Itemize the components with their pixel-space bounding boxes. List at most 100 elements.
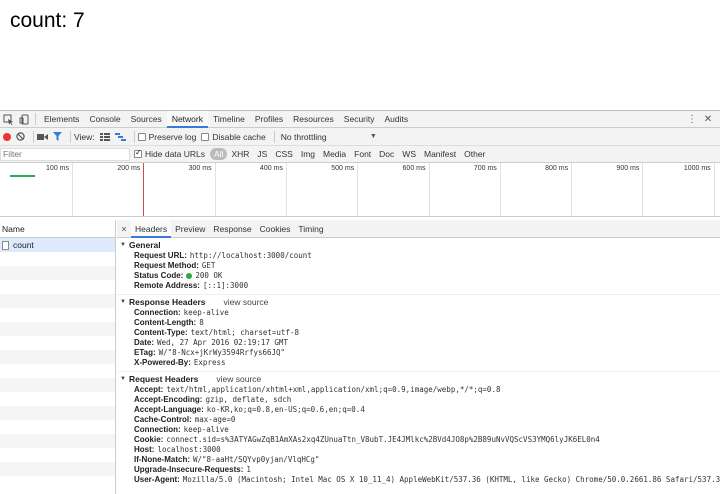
grid-line — [713, 163, 715, 216]
response-headers-header[interactable]: ▼ Response Headers view source — [120, 297, 720, 308]
empty-row — [0, 420, 115, 434]
tab-resources[interactable]: Resources — [288, 111, 339, 128]
throttling-select[interactable]: No throttling ▼ — [281, 132, 377, 142]
tab-elements[interactable]: Elements — [39, 111, 84, 128]
close-details-button[interactable]: × — [117, 224, 131, 234]
waterfall-view-button[interactable] — [114, 132, 126, 141]
clear-icon — [16, 132, 25, 141]
tick-label: 1000 ms — [683, 165, 711, 172]
count-text: count: 7 — [10, 9, 85, 32]
filter-type-js[interactable]: JS — [253, 149, 271, 159]
header-name: Remote Address: — [134, 281, 200, 290]
empty-row — [0, 266, 115, 280]
general-section: ▼ General Request URL: http://localhost:30… — [117, 240, 720, 291]
header-name: Accept-Encoding: — [134, 395, 203, 404]
capture-screenshots-button[interactable] — [37, 133, 48, 141]
header-name: Request Method: — [134, 261, 199, 270]
filter-type-all[interactable]: All — [210, 148, 228, 160]
header-row: ETag: W/"8-Ncx+jKrWy3594Rrfys66JQ" — [120, 348, 720, 358]
general-header[interactable]: ▼ General — [120, 240, 720, 251]
filter-input[interactable] — [0, 147, 130, 161]
header-value: text/html; charset=utf-8 — [190, 328, 299, 337]
request-row[interactable]: count — [0, 238, 115, 252]
header-row: Status Code: 200 OK — [120, 271, 720, 281]
more-options-icon[interactable]: ⋮ — [684, 112, 700, 128]
tab-profiles[interactable]: Profiles — [250, 111, 288, 128]
header-value: 8 — [199, 318, 204, 327]
expanded-triangle-icon: ▼ — [120, 299, 126, 305]
filter-type-font[interactable]: Font — [350, 149, 375, 159]
header-row: Request URL: http://localhost:3000/count — [120, 251, 720, 261]
filter-type-doc[interactable]: Doc — [375, 149, 398, 159]
detail-tab-headers[interactable]: Headers — [131, 220, 172, 238]
header-value: Mozilla/5.0 (Macintosh; Intel Mac OS X 1… — [182, 475, 720, 484]
header-value: [::1]:3000 — [202, 281, 249, 290]
grid-line — [285, 163, 287, 216]
hide-data-urls-checkbox[interactable]: Hide data URLs — [134, 148, 205, 159]
record-icon — [3, 132, 11, 141]
filter-type-other[interactable]: Other — [460, 149, 489, 159]
request-headers-header[interactable]: ▼ Request Headers view source — [120, 374, 720, 385]
view-source-link[interactable]: view source — [216, 374, 261, 385]
view-label: View: — [74, 131, 95, 142]
inspect-element-icon[interactable] — [0, 111, 16, 127]
timeline-overview[interactable]: 100 ms 200 ms 300 ms 400 ms 500 ms 600 ms 700 … — [0, 163, 720, 217]
filter-type-css[interactable]: CSS — [271, 149, 296, 159]
grid-line — [357, 163, 359, 216]
record-button[interactable] — [3, 132, 11, 141]
video-camera-icon — [37, 133, 48, 140]
name-column-header[interactable]: Name — [0, 220, 115, 238]
close-icon[interactable]: ✕ — [700, 112, 716, 128]
header-value: keep-alive — [183, 425, 229, 434]
header-value: GET — [201, 261, 216, 270]
checkbox-checked-icon — [134, 148, 142, 158]
detail-tab-timing[interactable]: Timing — [294, 220, 327, 238]
tab-timeline[interactable]: Timeline — [208, 111, 250, 128]
tab-network[interactable]: Network — [166, 110, 208, 128]
empty-row — [0, 406, 115, 420]
request-headers-title: Request Headers — [128, 374, 199, 384]
grid-line — [428, 163, 430, 216]
header-name: Connection: — [134, 425, 181, 434]
tab-audits[interactable]: Audits — [380, 111, 414, 128]
header-row: Content-Type: text/html; charset=utf-8 — [120, 328, 720, 338]
empty-row — [0, 392, 115, 406]
list-view-icon — [99, 132, 110, 141]
clear-button[interactable] — [16, 132, 25, 141]
header-name: Date: — [134, 338, 155, 347]
filter-type-ws[interactable]: WS — [398, 149, 420, 159]
header-row: Accept: text/html,application/xhtml+xml,a… — [120, 385, 720, 395]
detail-tab-cookies[interactable]: Cookies — [256, 220, 295, 238]
preserve-log-checkbox[interactable]: Preserve log — [137, 131, 197, 142]
tab-sources[interactable]: Sources — [126, 111, 167, 128]
tick-label: 800 ms — [545, 165, 569, 172]
detail-tab-preview[interactable]: Preview — [171, 220, 209, 238]
filter-type-xhr[interactable]: XHR — [227, 149, 253, 159]
preserve-log-label: Preserve log — [148, 131, 197, 142]
header-row: Remote Address: [::1]:3000 — [120, 281, 720, 291]
filter-type-manifest[interactable]: Manifest — [420, 149, 460, 159]
separator — [35, 113, 36, 125]
disable-cache-checkbox[interactable]: Disable cache — [201, 132, 266, 142]
filter-button[interactable] — [53, 132, 62, 141]
empty-row — [0, 448, 115, 462]
grid-line — [72, 163, 73, 216]
header-name: Accept: — [134, 385, 164, 394]
filter-type-media[interactable]: Media — [319, 149, 350, 159]
filter-type-img[interactable]: Img — [297, 149, 319, 159]
tab-console[interactable]: Console — [84, 111, 125, 128]
tab-security[interactable]: Security — [339, 111, 380, 128]
header-row: Host: localhost:3000 — [120, 445, 720, 455]
expanded-triangle-icon: ▼ — [120, 242, 126, 248]
detail-tab-response[interactable]: Response — [209, 220, 255, 238]
tick-label: 600 ms — [402, 165, 426, 172]
device-mode-icon[interactable] — [16, 111, 32, 127]
large-rows-button[interactable] — [99, 132, 110, 141]
header-row: Content-Length: 8 — [120, 318, 720, 328]
header-value: max-age=0 — [194, 415, 236, 424]
document-icon — [2, 240, 9, 250]
header-name: Cookie: — [134, 435, 164, 444]
view-source-link[interactable]: view source — [224, 297, 269, 308]
header-name: Accept-Language: — [134, 405, 204, 414]
empty-row — [0, 350, 115, 364]
